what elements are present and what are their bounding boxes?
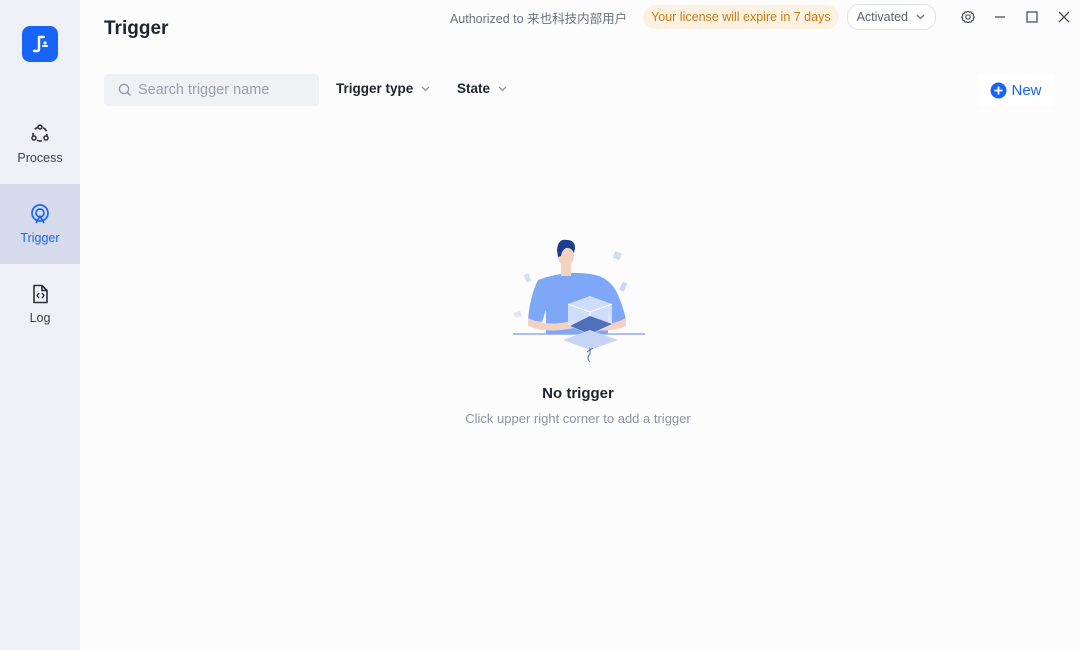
- log-file-icon: [33, 284, 48, 304]
- authorized-text: Authorized to 来也科技内部用户: [449, 11, 628, 26]
- minimize-button[interactable]: [984, 4, 1016, 30]
- empty-state-illustration: [513, 239, 645, 363]
- close-icon: [1058, 11, 1070, 23]
- title-bar: Authorized to 来也科技内部用户 Your license will…: [450, 4, 1080, 30]
- plus-circle-icon: [990, 82, 1007, 98]
- sidebar-item-label: Process: [17, 151, 63, 165]
- new-trigger-button[interactable]: New: [978, 74, 1054, 106]
- sidebar-item-log[interactable]: Log: [0, 264, 80, 344]
- empty-state-subtitle: Click upper right corner to add a trigge…: [465, 411, 691, 426]
- activation-status-label: Activated: [856, 10, 908, 24]
- minimize-icon: [995, 16, 1005, 18]
- chevron-down-icon: [498, 86, 507, 91]
- trigger-type-filter-label: Trigger type: [336, 81, 414, 96]
- sidebar-item-process[interactable]: Process: [0, 104, 80, 184]
- close-button[interactable]: [1048, 4, 1080, 30]
- state-filter-label: State: [457, 81, 491, 96]
- page-title: Trigger: [104, 18, 169, 39]
- process-icon: [31, 124, 49, 142]
- chevron-down-icon: [916, 14, 925, 20]
- gear-icon: [961, 10, 975, 24]
- new-trigger-label: New: [1011, 81, 1042, 99]
- search-input[interactable]: [138, 82, 308, 98]
- trigger-type-filter[interactable]: Trigger type: [336, 81, 430, 96]
- chevron-down-icon: [421, 86, 430, 91]
- empty-state-title: No trigger: [542, 385, 614, 402]
- sidebar-item-trigger[interactable]: Trigger: [0, 184, 80, 264]
- sidebar: Process Trigger Log: [0, 0, 80, 650]
- activation-status-dropdown[interactable]: Activated: [846, 4, 936, 30]
- app-logo: [22, 26, 58, 62]
- license-expiry-badge[interactable]: Your license will expire in 7 days: [643, 5, 839, 29]
- state-filter[interactable]: State: [457, 81, 507, 96]
- maximize-icon: [1026, 11, 1038, 23]
- maximize-button[interactable]: [1016, 4, 1048, 30]
- search-icon: [118, 83, 131, 96]
- settings-button[interactable]: [952, 4, 984, 30]
- trigger-icon: [31, 204, 49, 224]
- search-box[interactable]: [104, 74, 319, 106]
- sidebar-item-label: Trigger: [20, 231, 60, 245]
- logo-icon: [32, 35, 48, 53]
- sidebar-item-label: Log: [29, 311, 51, 325]
